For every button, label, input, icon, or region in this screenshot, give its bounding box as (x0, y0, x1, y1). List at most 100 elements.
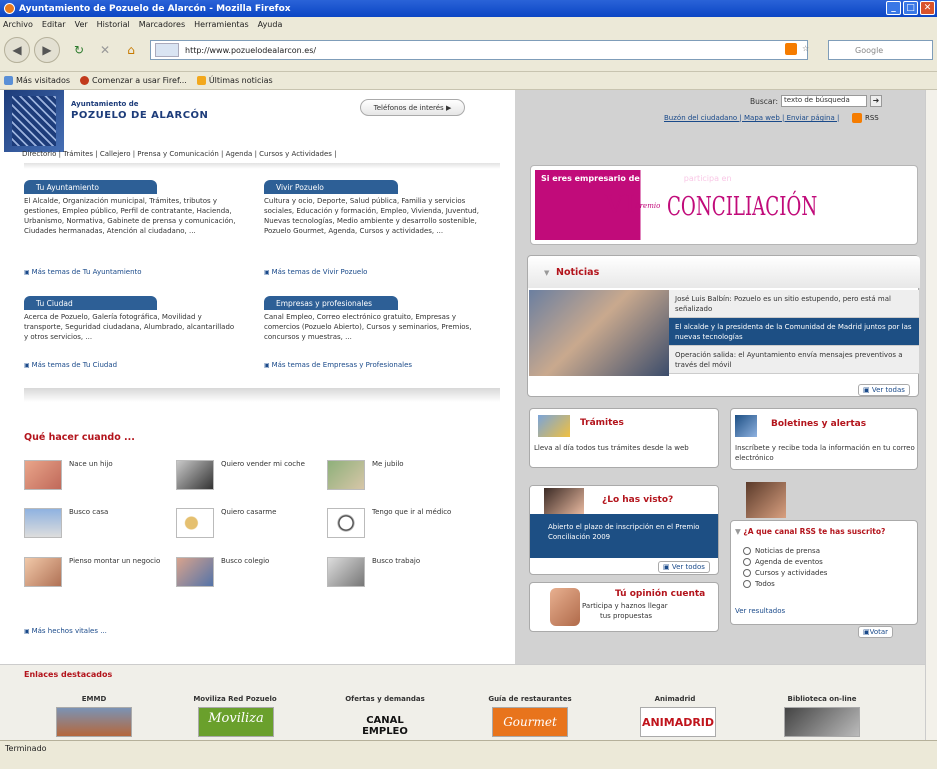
opinion-panel[interactable]: Tú opinión cuenta Participa y haznos lle… (529, 582, 719, 632)
section-text[interactable]: Canal Empleo, Correo electrónico gratuit… (264, 312, 489, 342)
news-item[interactable]: El alcalde y la presidenta de la Comunid… (669, 318, 919, 346)
rss-icon (852, 113, 862, 123)
back-button[interactable]: ◀ (4, 37, 30, 63)
menu-herramientas[interactable]: Herramientas (194, 20, 249, 29)
life-event-item[interactable]: Pienso montar un negocio (24, 557, 160, 587)
gourmet-logo[interactable]: Gourmet (492, 707, 568, 737)
more-life-events-link[interactable]: Más hechos vitales ... (24, 627, 107, 635)
section-text[interactable]: Cultura y ocio, Deporte, Salud pública, … (264, 196, 489, 236)
life-event-item[interactable]: Quiero vender mi coche (176, 460, 305, 490)
home-icon[interactable]: ⌂ (118, 37, 144, 63)
forward-button[interactable]: ▶ (34, 37, 60, 63)
site-identity-icon[interactable] (155, 43, 179, 57)
biblioteca-image[interactable] (784, 707, 860, 737)
lohasvisto-panel[interactable]: ¿Lo has visto? Abierto el plazo de inscr… (529, 485, 719, 575)
section-text[interactable]: El Alcalde, Organización municipal, Trám… (24, 196, 238, 236)
reload-icon[interactable]: ↻ (66, 37, 92, 63)
bookmark-most-visited[interactable]: Más visitados (4, 76, 70, 85)
link-emmd[interactable]: EMMD (24, 695, 164, 703)
page-scrollbar[interactable] (925, 90, 937, 740)
search-label: Buscar: (750, 96, 779, 106)
bookmark-getting-started[interactable]: Comenzar a usar Firef... (80, 76, 187, 85)
menu-archivo[interactable]: Archivo (3, 20, 33, 29)
canal-empleo-logo[interactable]: CANAL EMPLEO (345, 707, 425, 737)
menu-marcadores[interactable]: Marcadores (139, 20, 185, 29)
phones-button[interactable]: Teléfonos de interés ▶ (360, 99, 465, 116)
boletines-panel[interactable]: Boletines y alertas Inscríbete y recibe … (730, 408, 918, 470)
stop-icon[interactable]: ✕ (92, 37, 118, 63)
rss-link[interactable]: RSS (852, 113, 879, 123)
news-photo[interactable] (529, 290, 669, 376)
menu-editar[interactable]: Editar (42, 20, 66, 29)
section-title-vivir-pozuelo[interactable]: Vivir Pozuelo (264, 180, 398, 194)
life-event-item[interactable]: Busco colegio (176, 557, 269, 587)
phones-label: Teléfonos de interés (373, 103, 444, 112)
news-item[interactable]: José Luis Balbín: Pozuelo es un sitio es… (669, 290, 919, 318)
section-text[interactable]: Acerca de Pozuelo, Galería fotográfica, … (24, 312, 238, 342)
life-event-item[interactable]: Busco casa (24, 508, 108, 538)
url-bar[interactable]: http://www.pozuelodealarcon.es/ (150, 40, 808, 60)
lohasvisto-text: Abierto el plazo de inscripción en el Pr… (548, 523, 700, 541)
life-event-item[interactable]: Me jubilo (327, 460, 404, 490)
more-empresas-link[interactable]: Más temas de Empresas y Profesionales (264, 361, 412, 369)
baby-photo (24, 460, 62, 490)
bookmark-label: Comenzar a usar Firef... (92, 76, 187, 85)
link-biblioteca[interactable]: Biblioteca on-line (752, 695, 892, 703)
poll-option[interactable]: Noticias de prensa (743, 547, 827, 555)
moviliza-logo[interactable]: Moviliza (198, 707, 274, 737)
menu-historial[interactable]: Historial (97, 20, 130, 29)
link-ofertas[interactable]: Ofertas y demandas (315, 695, 455, 703)
radio-button[interactable] (743, 580, 751, 588)
animadrid-logo[interactable]: ANIMADRID (640, 707, 716, 737)
top-navigation[interactable]: Directorio | Trámites | Callejero | Pren… (22, 150, 337, 158)
more-tu-ciudad-link[interactable]: Más temas de Tu Ciudad (24, 361, 118, 369)
link-animadrid[interactable]: Animadrid (605, 695, 745, 703)
poll-results-link[interactable]: Ver resultados (735, 607, 785, 615)
more-tu-ayuntamiento-link[interactable]: Más temas de Tu Ayuntamiento (24, 268, 142, 276)
life-event-item[interactable]: Busco trabajo (327, 557, 420, 587)
stethoscope-photo (327, 508, 365, 538)
collapse-icon[interactable]: ▼ (735, 527, 741, 536)
link-restaurantes[interactable]: Guía de restaurantes (460, 695, 600, 703)
section-title-empresas[interactable]: Empresas y profesionales (264, 296, 398, 310)
poll-option[interactable]: Todos (743, 580, 827, 588)
life-event-label: Busco casa (69, 508, 109, 516)
search-go-button[interactable]: ➜ (870, 95, 883, 107)
section-title-tu-ciudad[interactable]: Tu Ciudad (24, 296, 157, 310)
tramites-panel[interactable]: Trámites Lleva al día todos tus trámites… (529, 408, 719, 468)
radio-button[interactable] (743, 569, 751, 577)
life-event-item[interactable]: Tengo que ir al médico (327, 508, 451, 538)
bookmark-label: Más visitados (16, 76, 71, 85)
org-name-small: Ayuntamiento de (71, 100, 139, 108)
org-name[interactable]: POZUELO DE ALARCÓN (71, 110, 208, 121)
poll-option[interactable]: Cursos y actividades (743, 569, 827, 577)
vote-button[interactable]: ▣Votar (858, 626, 894, 638)
see-all-news-link[interactable]: ▣ Ver todas (858, 384, 910, 396)
ayuntamiento-logo[interactable] (4, 90, 64, 152)
utility-links[interactable]: Buzón del ciudadano | Mapa web | Enviar … (664, 114, 839, 122)
radio-button[interactable] (743, 547, 751, 555)
section-title-tu-ayuntamiento[interactable]: Tu Ayuntamiento (24, 180, 157, 194)
bookmark-star-icon[interactable]: ☆ (802, 44, 809, 53)
site-search-input[interactable]: texto de búsqueda (781, 95, 868, 107)
news-item[interactable]: Operación salida: el Ayuntamiento envía … (669, 346, 919, 374)
rss-feed-icon[interactable] (785, 43, 797, 55)
more-vivir-pozuelo-link[interactable]: Más temas de Vivir Pozuelo (264, 268, 368, 276)
menu-ayuda[interactable]: Ayuda (258, 20, 283, 29)
featured-links: Enlaces destacados EMMD Moviliza Red Poz… (0, 664, 925, 740)
radio-button[interactable] (743, 558, 751, 566)
bookmark-latest-news[interactable]: Últimas noticias (196, 76, 273, 85)
collapse-icon[interactable]: ▼ (544, 269, 549, 277)
emmd-image[interactable] (56, 707, 132, 737)
life-event-item[interactable]: Nace un hijo (24, 460, 113, 490)
link-moviliza[interactable]: Moviliza Red Pozuelo (165, 695, 305, 703)
conciliacion-banner[interactable]: Si eres empresario de Pozuelo, participa… (535, 170, 911, 240)
search-box[interactable]: Google (828, 40, 933, 60)
life-event-item[interactable]: Quiero casarme (176, 508, 276, 538)
menu-ver[interactable]: Ver (75, 20, 88, 29)
maximize-button[interactable]: □ (903, 1, 918, 15)
see-all-link[interactable]: ▣ Ver todos (658, 561, 710, 573)
poll-option[interactable]: Agenda de eventos (743, 558, 827, 566)
minimize-button[interactable]: _ (886, 1, 901, 15)
close-button[interactable]: ✕ (920, 1, 935, 15)
